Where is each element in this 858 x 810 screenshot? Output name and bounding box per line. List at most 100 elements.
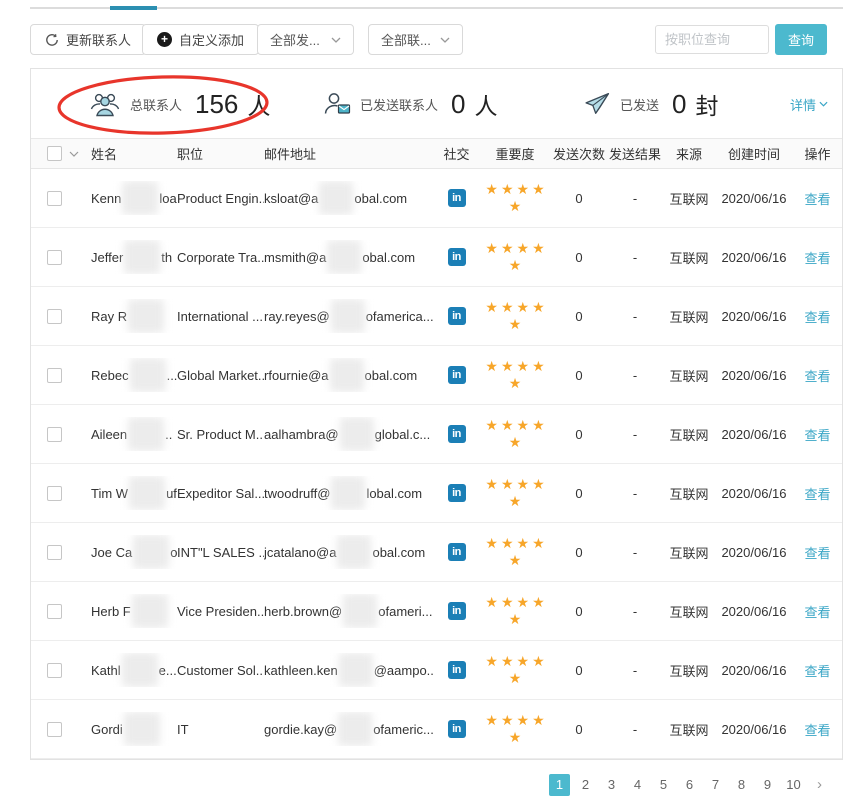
name-visible-part: o bbox=[170, 545, 177, 560]
row-checkbox[interactable] bbox=[47, 309, 62, 324]
linkedin-icon[interactable]: in bbox=[448, 307, 466, 325]
row-checkbox[interactable] bbox=[47, 604, 62, 619]
header-created: 创建时间 bbox=[715, 144, 793, 163]
star-icon bbox=[509, 434, 522, 451]
name-visible-part: ... bbox=[167, 368, 177, 383]
redacted-name-blur bbox=[124, 240, 160, 274]
importance-stars bbox=[480, 712, 550, 746]
email-visible-part: herb.brown@ bbox=[264, 604, 342, 619]
linkedin-icon[interactable]: in bbox=[448, 602, 466, 620]
chevron-down-icon[interactable] bbox=[69, 151, 79, 157]
send-result: - bbox=[607, 427, 663, 442]
star-icon bbox=[509, 729, 522, 746]
name-visible-part: Herb F bbox=[91, 604, 131, 619]
page-button-9[interactable]: 9 bbox=[757, 774, 778, 796]
view-link[interactable]: 查看 bbox=[804, 307, 830, 326]
email-visible-part: obal.com bbox=[365, 368, 418, 383]
add-button-label: 自定义添加 bbox=[179, 30, 244, 49]
send-count: 0 bbox=[551, 250, 607, 265]
view-link[interactable]: 查看 bbox=[804, 661, 830, 680]
send-result: - bbox=[607, 486, 663, 501]
send-filter-label: 全部发... bbox=[270, 30, 320, 49]
page-button-2[interactable]: 2 bbox=[575, 774, 596, 796]
source: 互联网 bbox=[663, 248, 715, 267]
contact-email: rfournie@aobal.com bbox=[264, 358, 434, 392]
send-count: 0 bbox=[551, 663, 607, 678]
star-icon bbox=[485, 476, 498, 493]
view-link[interactable]: 查看 bbox=[804, 189, 830, 208]
importance-stars bbox=[480, 181, 550, 215]
star-icon bbox=[517, 181, 530, 198]
page-button-10[interactable]: 10 bbox=[783, 774, 804, 796]
linkedin-icon[interactable]: in bbox=[448, 189, 466, 207]
linkedin-icon[interactable]: in bbox=[448, 484, 466, 502]
contact-name: Ray R bbox=[91, 299, 177, 333]
importance-stars bbox=[480, 476, 550, 510]
header-action: 操作 bbox=[793, 144, 842, 163]
select-all-checkbox[interactable] bbox=[47, 146, 62, 161]
view-link[interactable]: 查看 bbox=[804, 720, 830, 739]
view-link[interactable]: 查看 bbox=[804, 484, 830, 503]
page-button-5[interactable]: 5 bbox=[653, 774, 674, 796]
view-link[interactable]: 查看 bbox=[804, 425, 830, 444]
redacted-name-blur bbox=[124, 712, 160, 746]
search-group: 查询 bbox=[655, 24, 827, 55]
row-checkbox[interactable] bbox=[47, 250, 62, 265]
row-checkbox[interactable] bbox=[47, 427, 62, 442]
row-checkbox[interactable] bbox=[47, 368, 62, 383]
page-button-8[interactable]: 8 bbox=[731, 774, 752, 796]
custom-add-button[interactable]: 自定义添加 bbox=[142, 24, 259, 55]
linkedin-icon[interactable]: in bbox=[448, 720, 466, 738]
send-status-filter-dropdown[interactable]: 全部发... bbox=[257, 24, 354, 55]
linkedin-icon[interactable]: in bbox=[448, 248, 466, 266]
sent-contacts-unit: 人 bbox=[474, 87, 497, 121]
row-checkbox[interactable] bbox=[47, 545, 62, 560]
contact-name: Joe Cao bbox=[91, 535, 177, 569]
page-button-1[interactable]: 1 bbox=[549, 774, 570, 796]
linkedin-icon[interactable]: in bbox=[448, 661, 466, 679]
page-button-3[interactable]: 3 bbox=[601, 774, 622, 796]
name-visible-part: Aileen bbox=[91, 427, 127, 442]
linkedin-icon[interactable]: in bbox=[448, 543, 466, 561]
query-button[interactable]: 查询 bbox=[775, 24, 827, 55]
star-icon bbox=[501, 535, 514, 552]
next-page-button[interactable]: › bbox=[809, 774, 830, 796]
refresh-contacts-button[interactable]: 更新联系人 bbox=[30, 24, 146, 55]
email-visible-part: @aampo... bbox=[374, 663, 434, 678]
position-search-input[interactable] bbox=[655, 25, 769, 54]
row-checkbox[interactable] bbox=[47, 722, 62, 737]
source: 互联网 bbox=[663, 543, 715, 562]
redacted-name-blur bbox=[128, 299, 164, 333]
star-icon bbox=[485, 653, 498, 670]
page-button-4[interactable]: 4 bbox=[627, 774, 648, 796]
contact-name: Kennloat bbox=[91, 181, 177, 215]
contact-position: Expeditor Sal... bbox=[177, 486, 264, 501]
page-button-7[interactable]: 7 bbox=[705, 774, 726, 796]
view-link[interactable]: 查看 bbox=[804, 366, 830, 385]
details-link[interactable]: 详情 bbox=[790, 69, 828, 139]
linkedin-icon[interactable]: in bbox=[448, 366, 466, 384]
view-link[interactable]: 查看 bbox=[804, 602, 830, 621]
star-icon bbox=[532, 535, 545, 552]
redacted-name-blur bbox=[133, 535, 169, 569]
contact-type-filter-dropdown[interactable]: 全部联... bbox=[368, 24, 463, 55]
contact-name: Jefferth bbox=[91, 240, 177, 274]
row-checkbox[interactable] bbox=[47, 663, 62, 678]
email-visible-part: ofameric... bbox=[373, 722, 434, 737]
page-button-6[interactable]: 6 bbox=[679, 774, 700, 796]
view-link[interactable]: 查看 bbox=[804, 248, 830, 267]
contact-name: Rebec... bbox=[91, 358, 177, 392]
importance-stars bbox=[480, 594, 550, 628]
star-icon bbox=[532, 476, 545, 493]
table-row: Jefferth Corporate Tra... msmith@aobal.c… bbox=[31, 228, 842, 287]
row-checkbox[interactable] bbox=[47, 191, 62, 206]
linkedin-icon[interactable]: in bbox=[448, 425, 466, 443]
name-visible-part: Kenn bbox=[91, 191, 121, 206]
redacted-name-blur bbox=[129, 476, 165, 510]
row-checkbox[interactable] bbox=[47, 486, 62, 501]
created-time: 2020/06/16 bbox=[715, 309, 793, 324]
created-time: 2020/06/16 bbox=[715, 250, 793, 265]
view-link[interactable]: 查看 bbox=[804, 543, 830, 562]
redacted-name-blur bbox=[132, 594, 168, 628]
star-icon bbox=[485, 535, 498, 552]
